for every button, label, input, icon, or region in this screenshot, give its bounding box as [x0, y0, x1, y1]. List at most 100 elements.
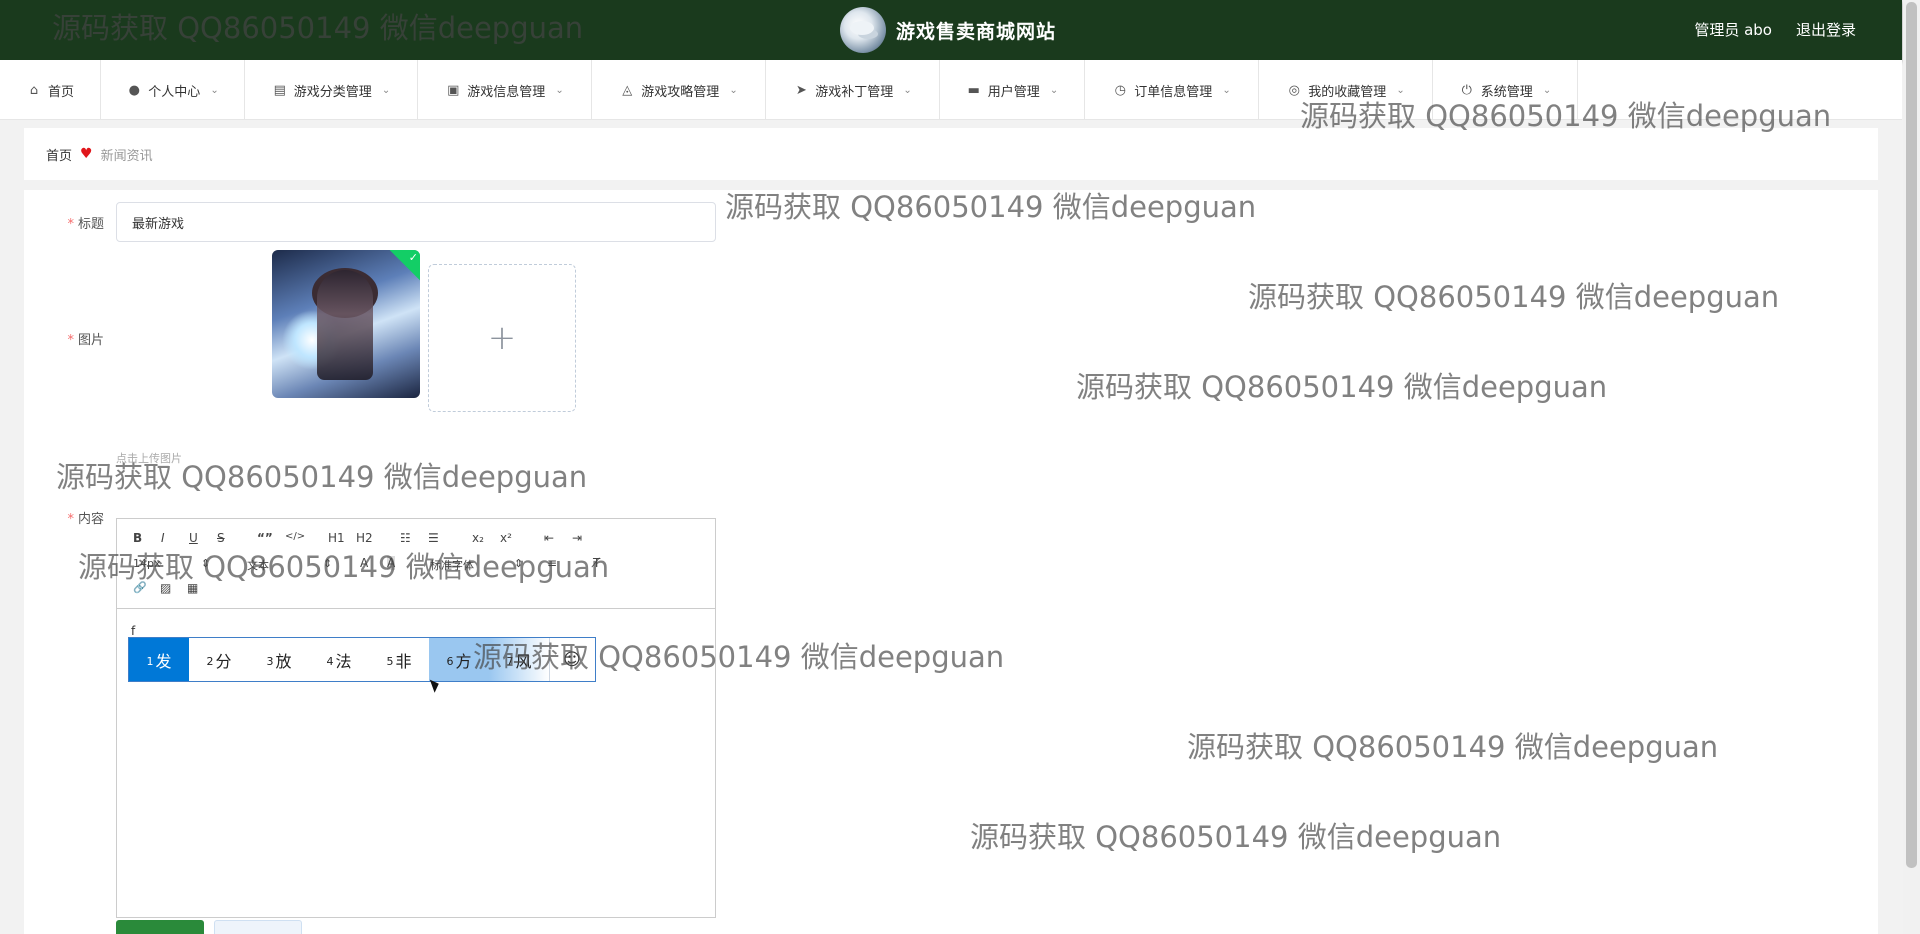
font-family-select[interactable]: 标准字体	[430, 557, 474, 573]
home-icon: ⌂	[29, 82, 39, 98]
nav-item-home[interactable]: ⌂ 首页	[0, 60, 101, 120]
strike-button[interactable]: S	[217, 531, 225, 545]
nav-label: 游戏信息管理	[467, 84, 546, 100]
nav-label: 我的收藏管理	[1308, 84, 1387, 100]
editor-toolbar: B I U S “” </> H1 H2 ☷ ☰ x₂ x² ⇤ ⇥ 14px …	[117, 519, 715, 609]
indent-button[interactable]: ⇥	[572, 531, 582, 545]
chevron-down-icon: ⌄	[555, 84, 564, 96]
nav-item-guide[interactable]: ◬ 游戏攻略管理 ⌄	[592, 60, 766, 120]
chevron-down-icon: ⌄	[210, 84, 219, 96]
ime-candidate[interactable]: 5非	[369, 638, 429, 681]
font-color-button[interactable]: A	[360, 556, 368, 570]
send-icon: ➤	[795, 82, 807, 98]
subscript-button[interactable]: x₂	[472, 531, 484, 545]
ordered-list-button[interactable]: ☷	[400, 531, 411, 545]
image-icon[interactable]: ▨	[160, 581, 171, 595]
h2-button[interactable]: H2	[356, 531, 373, 545]
background-color-button[interactable]: A	[387, 556, 396, 570]
clock-icon: ◷	[1114, 82, 1126, 98]
content-label: * 内容	[67, 512, 104, 527]
clear-format-button[interactable]: T̸	[593, 556, 600, 570]
outdent-button[interactable]: ⇤	[544, 531, 554, 545]
nav-item-system[interactable]: ⏻ 系统管理 ⌄	[1433, 60, 1578, 120]
cancel-button[interactable]	[214, 920, 302, 934]
globe-icon: ◎	[1288, 82, 1300, 98]
top-nav: ⌂ 首页 ● 个人中心 ⌄ ▤ 游戏分类管理 ⌄ ▣ 游戏信息管理 ⌄ ◬ 游戏…	[0, 60, 1902, 120]
bold-button[interactable]: B	[133, 531, 142, 545]
upload-tip: 点击上传图片	[116, 452, 182, 465]
chevron-icon: ⇕	[514, 557, 524, 570]
chevron-down-icon: ⌄	[729, 84, 738, 96]
submit-button[interactable]	[116, 920, 204, 934]
top-header: 游戏售卖商城网站 管理员 abo 退出登录	[0, 0, 1902, 60]
ime-candidate[interactable]: 6方	[429, 638, 489, 681]
chart-icon: ▣	[447, 82, 460, 98]
underline-button[interactable]: U	[189, 531, 198, 545]
ime-candidate-bar: 1发 2分 3放 4法 5非 6方 7风 ☺	[128, 637, 596, 682]
nav-label: 游戏分类管理	[293, 84, 372, 100]
scrollbar-thumb[interactable]	[1906, 2, 1917, 868]
bullet-list-button[interactable]: ☰	[428, 531, 439, 545]
site-title: 游戏售卖商城网站	[896, 20, 1057, 43]
chevron-down-icon: ⌄	[1542, 84, 1552, 96]
vertical-scrollbar[interactable]	[1903, 0, 1920, 934]
ime-candidate[interactable]: 3放	[249, 638, 309, 681]
check-icon: ✓	[408, 251, 418, 264]
header-select[interactable]: 文本	[247, 557, 269, 573]
nav-item-category[interactable]: ▤ 游戏分类管理 ⌄	[245, 60, 418, 120]
ime-candidate[interactable]: 1发	[129, 638, 189, 681]
ime-candidate[interactable]: 7风	[489, 638, 549, 681]
user-icon: ●	[128, 82, 140, 98]
italic-button[interactable]: I	[161, 531, 165, 545]
nav-item-users[interactable]: ▬ 用户管理 ⌄	[940, 60, 1085, 120]
chat-icon: ▤	[273, 82, 286, 98]
breadcrumb: 首页 ♥ 新闻资讯	[24, 128, 1878, 180]
heart-icon: ♥	[80, 146, 93, 162]
nav-item-patch[interactable]: ➤ 游戏补丁管理 ⌄	[766, 60, 940, 120]
breadcrumb-current: 新闻资讯	[100, 148, 153, 164]
nav-label: 游戏攻略管理	[641, 84, 720, 100]
align-button[interactable]: ≡	[547, 556, 557, 570]
nav-label: 首页	[47, 84, 74, 100]
folder-icon: ▬	[967, 82, 980, 98]
breadcrumb-home[interactable]: 首页	[46, 145, 72, 164]
uploaded-image-thumbnail[interactable]: ✓	[272, 250, 420, 398]
chevron-down-icon: ⌄	[381, 84, 391, 96]
link-icon[interactable]: 🔗	[133, 581, 147, 594]
chevron-down-icon: ⌄	[1396, 84, 1405, 96]
chevron-down-icon: ⌄	[903, 84, 912, 96]
logout-button[interactable]: 退出登录	[1796, 19, 1856, 40]
nav-item-profile[interactable]: ● 个人中心 ⌄	[101, 60, 245, 120]
nav-label: 系统管理	[1480, 84, 1533, 100]
nav-item-orders[interactable]: ◷ 订单信息管理 ⌄	[1085, 60, 1259, 120]
chevron-down-icon: ⌄	[1049, 84, 1059, 96]
nav-label: 游戏补丁管理	[815, 84, 894, 100]
chevron-down-icon: ⌄	[1222, 84, 1231, 96]
code-button[interactable]: </>	[285, 531, 305, 542]
chevron-icon: ⇕	[201, 557, 211, 570]
upload-button[interactable]: +	[428, 264, 576, 412]
ime-candidate[interactable]: 4法	[309, 638, 369, 681]
emoji-icon[interactable]: ☺	[550, 638, 594, 681]
title-input[interactable]: 最新游戏	[116, 202, 716, 242]
image-label: * 图片	[67, 333, 104, 348]
ime-candidate[interactable]: 2分	[189, 638, 249, 681]
rich-text-editor: B I U S “” </> H1 H2 ☷ ☰ x₂ x² ⇤ ⇥ 14px …	[116, 518, 716, 918]
nav-item-game-info[interactable]: ▣ 游戏信息管理 ⌄	[418, 60, 592, 120]
editor-typed-text: f	[131, 624, 136, 638]
video-icon[interactable]: ▦	[187, 581, 198, 595]
power-icon: ⏻	[1461, 82, 1472, 98]
nav-item-favorites[interactable]: ◎ 我的收藏管理 ⌄	[1259, 60, 1433, 120]
nav-label: 用户管理	[987, 84, 1040, 100]
chevron-icon: ⇕	[323, 557, 333, 570]
brand: 游戏售卖商城网站	[840, 7, 1057, 53]
site-logo	[840, 7, 886, 53]
font-size-select[interactable]: 14px	[133, 557, 161, 570]
h1-button[interactable]: H1	[328, 531, 345, 545]
quote-button[interactable]: “”	[257, 531, 273, 545]
nav-label: 个人中心	[148, 84, 201, 100]
nav-label: 订单信息管理	[1134, 84, 1213, 100]
title-label: * 标题	[67, 217, 104, 232]
admin-user-label[interactable]: 管理员 abo	[1694, 19, 1772, 40]
superscript-button[interactable]: x²	[500, 531, 512, 545]
